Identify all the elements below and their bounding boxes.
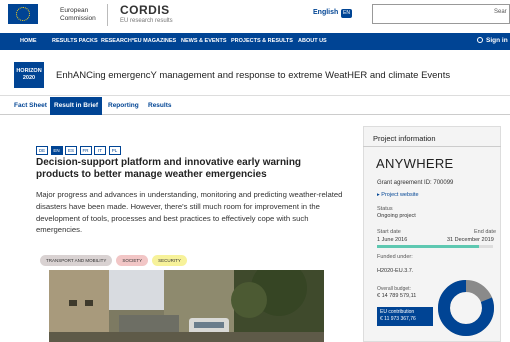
lang-chip-it[interactable]: IT (94, 146, 106, 155)
site-name[interactable]: CORDIS (120, 3, 170, 17)
nav-results-packs[interactable]: RESULTS PACKS (52, 38, 98, 44)
flooded-street-image (49, 270, 324, 342)
site-tagline: EU research results (120, 18, 173, 24)
lang-chip-de[interactable]: DE (36, 146, 48, 155)
project-info-heading: Project information (373, 134, 436, 143)
sign-in-label: Sign in (486, 37, 508, 44)
nav-home[interactable]: HOME (20, 38, 37, 44)
user-icon (477, 37, 483, 43)
topic-tags: TRANSPORT AND MOBILITY SOCIETY SECURITY (40, 249, 191, 267)
eu-contribution-label: EU contribution (380, 309, 415, 315)
project-title: EnhANCing emergencY management and respo… (56, 70, 451, 81)
sign-in-link[interactable]: Sign in (477, 37, 508, 44)
lang-chip-pl[interactable]: PL (108, 146, 121, 155)
horizon-2020-badge: HORIZON 2020 (14, 62, 44, 88)
tab-reporting[interactable]: Reporting (104, 97, 143, 115)
lang-chip-fr[interactable]: FR (79, 146, 92, 155)
language-code-badge[interactable]: EN (341, 9, 352, 18)
project-website-label: Project website (381, 192, 419, 198)
panel-divider (363, 146, 501, 147)
tag-society[interactable]: SOCIETY (116, 255, 149, 266)
top-bar: European Commission CORDIS EU research r… (0, 0, 510, 31)
project-tabs: Fact Sheet Result in Brief Reporting Res… (0, 97, 510, 115)
search-input[interactable] (372, 4, 510, 24)
ec-name: European Commission (60, 7, 96, 23)
project-timeline-bar (377, 245, 493, 248)
badge-line1: HORIZON (16, 68, 42, 74)
tag-security[interactable]: SECURITY (152, 255, 187, 266)
ec-line1: European (60, 7, 89, 14)
nav-about-us[interactable]: ABOUT US (298, 38, 327, 44)
status-value: Ongoing project (377, 213, 416, 219)
nav-magazines[interactable]: RESEARCH*EU MAGAZINES (101, 38, 176, 44)
header-divider (107, 4, 108, 26)
language-chips: DE EN ES FR IT PL (36, 139, 123, 157)
brief-body: Major progress and advances in understan… (36, 190, 343, 235)
ec-line2: Commission (60, 15, 96, 22)
tab-results[interactable]: Results (144, 97, 175, 115)
start-date-label: Start date (377, 229, 401, 235)
article-photo (49, 270, 324, 342)
end-date-value: 31 December 2019 (447, 237, 494, 243)
search-button[interactable]: Sear (494, 9, 507, 15)
project-acronym: ANYWHERE (376, 156, 454, 171)
timeline-progress (377, 245, 480, 248)
grant-agreement-id: Grant agreement ID: 700099 (377, 180, 454, 186)
badge-line2: 2020 (22, 75, 36, 81)
tag-transport[interactable]: TRANSPORT AND MOBILITY (40, 255, 113, 266)
eu-stars-icon (16, 7, 30, 21)
tab-fact-sheet[interactable]: Fact Sheet (10, 97, 51, 115)
eu-contribution-value: € 11 973 367,76 (380, 316, 416, 322)
overall-budget-value: € 14 789 579,11 (377, 293, 417, 299)
overall-budget-label: Overall budget: (377, 286, 411, 292)
lang-chip-es[interactable]: ES (65, 146, 77, 155)
project-website-link[interactable]: ▸ Project website (377, 192, 419, 198)
tab-result-in-brief[interactable]: Result in Brief (50, 97, 103, 115)
budget-donut-chart (438, 280, 494, 336)
lang-chip-en[interactable]: EN (50, 146, 63, 155)
european-commission-logo[interactable] (8, 4, 38, 24)
eu-contribution-box: EU contribution € 11 973 367,76 (377, 307, 433, 326)
end-date-label: End date (474, 229, 497, 235)
funded-under-label: Funded under: (377, 254, 413, 260)
start-date-value: 1 June 2016 (377, 237, 408, 243)
status-label: Status (377, 206, 393, 212)
nav-news-events[interactable]: NEWS & EVENTS (181, 38, 227, 44)
language-selector[interactable]: English (313, 9, 338, 16)
brief-title: Decision-support platform and innovative… (36, 157, 302, 180)
funded-under-value[interactable]: H2020-EU.3.7. (377, 268, 413, 274)
main-nav: HOME RESULTS PACKS RESEARCH*EU MAGAZINES… (0, 33, 510, 50)
nav-projects-results[interactable]: PROJECTS & RESULTS (231, 38, 293, 44)
